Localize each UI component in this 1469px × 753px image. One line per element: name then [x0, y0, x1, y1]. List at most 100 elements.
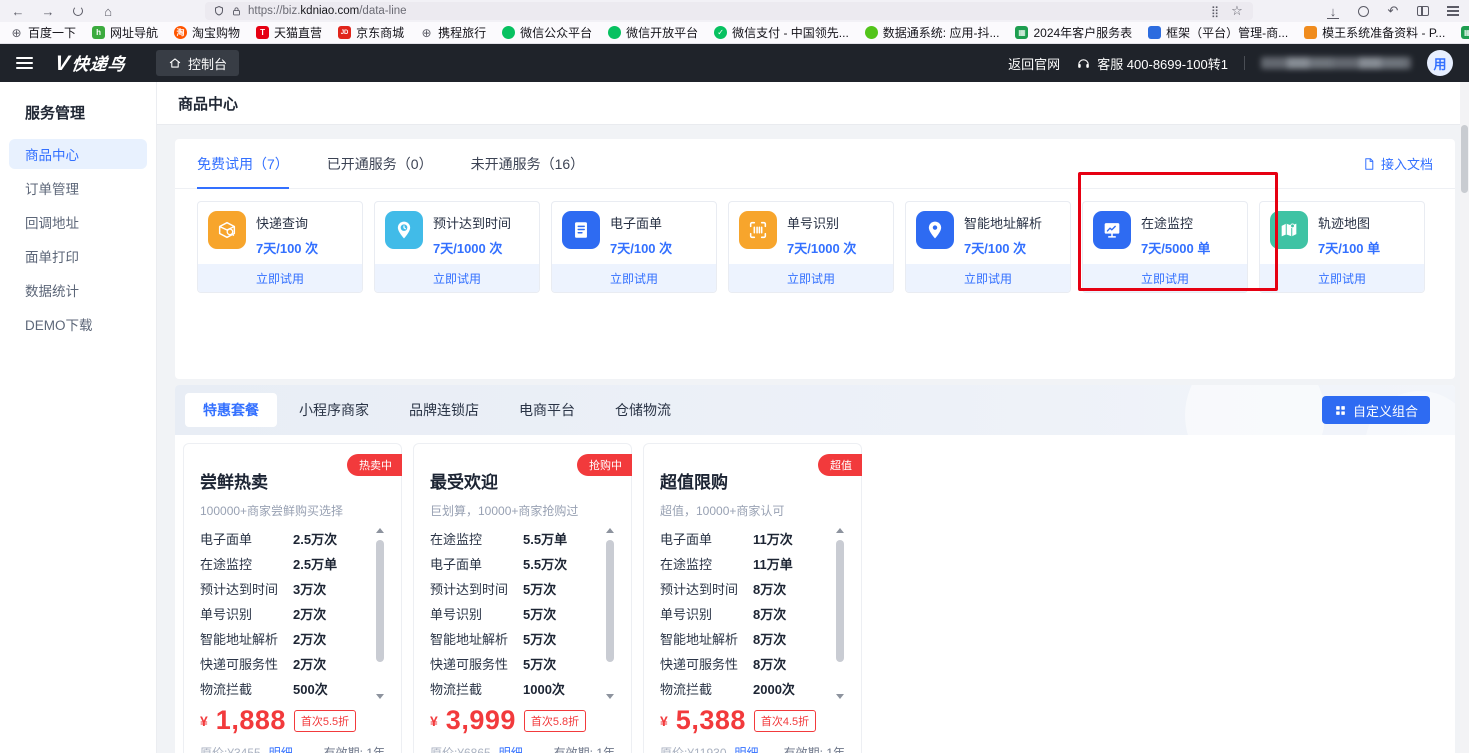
bookmark-item[interactable]: JD 京东商城 — [338, 24, 404, 41]
package-tab[interactable]: 小程序商家 — [281, 393, 387, 427]
bookmark-item[interactable]: T 天猫直营 — [256, 24, 322, 41]
plan-item-row: 快递可服务性5万次 — [430, 651, 599, 676]
bookmark-label: 微信开放平台 — [626, 24, 698, 41]
plan-item-row: 物流拦截1000次 — [430, 676, 599, 701]
monitor-chart-icon — [1093, 211, 1131, 249]
app-menu-icon[interactable] — [16, 57, 33, 69]
sidebar-item-面单打印[interactable]: 面单打印 — [9, 241, 147, 271]
address-bar[interactable]: https://biz.kdniao.com/data-line ⣿ ☆ — [205, 2, 1253, 20]
home-icon[interactable]: ⌂ — [100, 3, 116, 19]
service-name: 单号识别 — [787, 213, 856, 232]
browser-navbar: ← → ⌂ https://biz.kdniao.com/data-line ⣿… — [0, 0, 1469, 22]
detail-link[interactable]: 明细 — [735, 744, 759, 753]
bookmark-item[interactable]: ▦ 2024年客户服务表 — [1015, 24, 1132, 41]
sidebar-item-label: 数据统计 — [25, 280, 79, 300]
bookmark-item[interactable]: 微信公众平台 — [502, 24, 592, 41]
sidebar-item-回调地址[interactable]: 回调地址 — [9, 207, 147, 237]
custom-combo-button[interactable]: 自定义组合 — [1322, 396, 1430, 424]
service-card-预计达到时间: 预计达到时间 7天/1000 次 立即试用 — [374, 201, 540, 293]
plan-item-row: 在途监控5.5万单 — [430, 526, 599, 551]
service-name: 轨迹地图 — [1318, 213, 1380, 232]
service-name: 在途监控 — [1141, 213, 1210, 232]
bookmark-favicon-icon: T — [256, 26, 269, 39]
package-tab[interactable]: 仓储物流 — [597, 393, 689, 427]
trial-tab[interactable]: 免费试用（7） — [197, 139, 289, 188]
scroll-up-icon[interactable] — [836, 528, 844, 533]
sidebar-item-label: 面单打印 — [25, 246, 79, 266]
avatar[interactable]: 用 — [1427, 50, 1453, 76]
try-now-button[interactable]: 立即试用 — [1083, 264, 1247, 292]
bookmark-item[interactable]: 微信开放平台 — [608, 24, 698, 41]
account-icon[interactable] — [1355, 3, 1371, 19]
scrollbar-thumb[interactable] — [836, 540, 844, 662]
try-now-button[interactable]: 立即试用 — [729, 264, 893, 292]
service-quota: 7天/100 单 — [1318, 238, 1380, 257]
package-tab[interactable]: 特惠套餐 — [185, 393, 277, 427]
downloads-icon[interactable]: ↓ — [1325, 3, 1341, 19]
bookmark-item[interactable]: ✓ 微信支付 - 中国领先... — [714, 24, 849, 41]
browser-menu-icon[interactable] — [1445, 3, 1461, 19]
detail-link[interactable]: 明细 — [499, 744, 523, 753]
forward-icon[interactable]: → — [40, 3, 56, 19]
scroll-up-icon[interactable] — [376, 528, 384, 533]
bookmark-item[interactable]: 模王系统准备资料 - P... — [1304, 24, 1445, 41]
plan-item-row: 电子面单11万次 — [660, 526, 829, 551]
service-name: 快递查询 — [256, 213, 318, 232]
trial-tab[interactable]: 已开通服务（0） — [327, 139, 433, 188]
plan-item-row: 快递可服务性2万次 — [200, 651, 369, 676]
package-tab[interactable]: 电商平台 — [501, 393, 593, 427]
back-icon[interactable]: ← — [10, 3, 26, 19]
bookmark-item[interactable]: h 网址导航 — [92, 24, 158, 41]
bookmark-item[interactable]: 数据通系统: 应用-抖... — [865, 24, 1000, 41]
location-pin-icon — [916, 211, 954, 249]
bookmark-item[interactable]: ⊕ 携程旅行 — [420, 24, 486, 41]
scrollbar-thumb[interactable] — [606, 540, 614, 662]
plan-list-scrollbar[interactable] — [375, 528, 385, 699]
trial-tab[interactable]: 未开通服务（16） — [471, 139, 585, 188]
scroll-up-icon[interactable] — [606, 528, 614, 533]
try-now-button[interactable]: 立即试用 — [198, 264, 362, 292]
bookmark-item[interactable]: 框架（平台）管理-商... — [1148, 24, 1288, 41]
back-to-site-link[interactable]: 返回官网 — [1008, 54, 1060, 73]
app-header: V 快递鸟 控制台 返回官网 客服 400-8699-100转1 用 — [0, 44, 1469, 82]
plan-list-scrollbar[interactable] — [605, 528, 615, 699]
try-now-button[interactable]: 立即试用 — [906, 264, 1070, 292]
sidebar-item-DEMO下载[interactable]: DEMO下载 — [9, 309, 147, 339]
scrollbar-thumb[interactable] — [376, 540, 384, 662]
bookmark-favicon-icon — [865, 26, 878, 39]
bookmark-label: 2024年客户服务表 — [1033, 24, 1132, 41]
plan-item-row: 在途监控2.5万单 — [200, 551, 369, 576]
bookmark-item[interactable]: ⊕ 百度一下 — [10, 24, 76, 41]
extension-icon[interactable]: ⣿ — [1207, 3, 1223, 19]
reload-icon[interactable] — [70, 3, 86, 19]
scroll-down-icon[interactable] — [606, 694, 614, 699]
plan-list-scrollbar[interactable] — [835, 528, 845, 699]
page-scrollbar-thumb[interactable] — [1461, 125, 1468, 193]
bookmark-star-icon[interactable]: ☆ — [1229, 3, 1245, 19]
package-tabbar: 特惠套餐小程序商家品牌连锁店电商平台仓储物流 自定义组合 — [175, 385, 1455, 435]
sidebar-panel-icon[interactable] — [1415, 3, 1431, 19]
plan-item-row: 单号识别2万次 — [200, 601, 369, 626]
services-grid: 快递查询 7天/100 次 立即试用 预计达到时间 7天/1000 次 立即试用… — [175, 189, 1455, 301]
sidebar-item-数据统计[interactable]: 数据统计 — [9, 275, 147, 305]
page-scrollbar[interactable] — [1460, 82, 1469, 753]
scroll-down-icon[interactable] — [376, 694, 384, 699]
bookmark-item[interactable]: 淘 淘宝购物 — [174, 24, 240, 41]
detail-link[interactable]: 明细 — [269, 744, 293, 753]
scroll-down-icon[interactable] — [836, 694, 844, 699]
plan-item-row: 快递可服务性8万次 — [660, 651, 829, 676]
try-now-button[interactable]: 立即试用 — [552, 264, 716, 292]
console-tab[interactable]: 控制台 — [156, 50, 239, 76]
lock-icon — [231, 6, 242, 17]
sidebar-item-订单管理[interactable]: 订单管理 — [9, 173, 147, 203]
package-tab[interactable]: 品牌连锁店 — [391, 393, 497, 427]
doc-link[interactable]: 接入文档 — [1362, 139, 1433, 188]
history-back-icon[interactable]: ↶ — [1385, 3, 1401, 19]
sidebar-item-商品中心[interactable]: 商品中心 — [9, 139, 147, 169]
service-card-在途监控: 在途监控 7天/5000 单 立即试用 — [1082, 201, 1248, 293]
try-now-button[interactable]: 立即试用 — [1260, 264, 1424, 292]
bookmark-favicon-icon: h — [92, 26, 105, 39]
try-now-button[interactable]: 立即试用 — [375, 264, 539, 292]
bookmark-item[interactable]: ▦ 未上线客户进度表 — [1461, 24, 1469, 41]
bookmark-favicon-icon: ▦ — [1461, 26, 1469, 39]
